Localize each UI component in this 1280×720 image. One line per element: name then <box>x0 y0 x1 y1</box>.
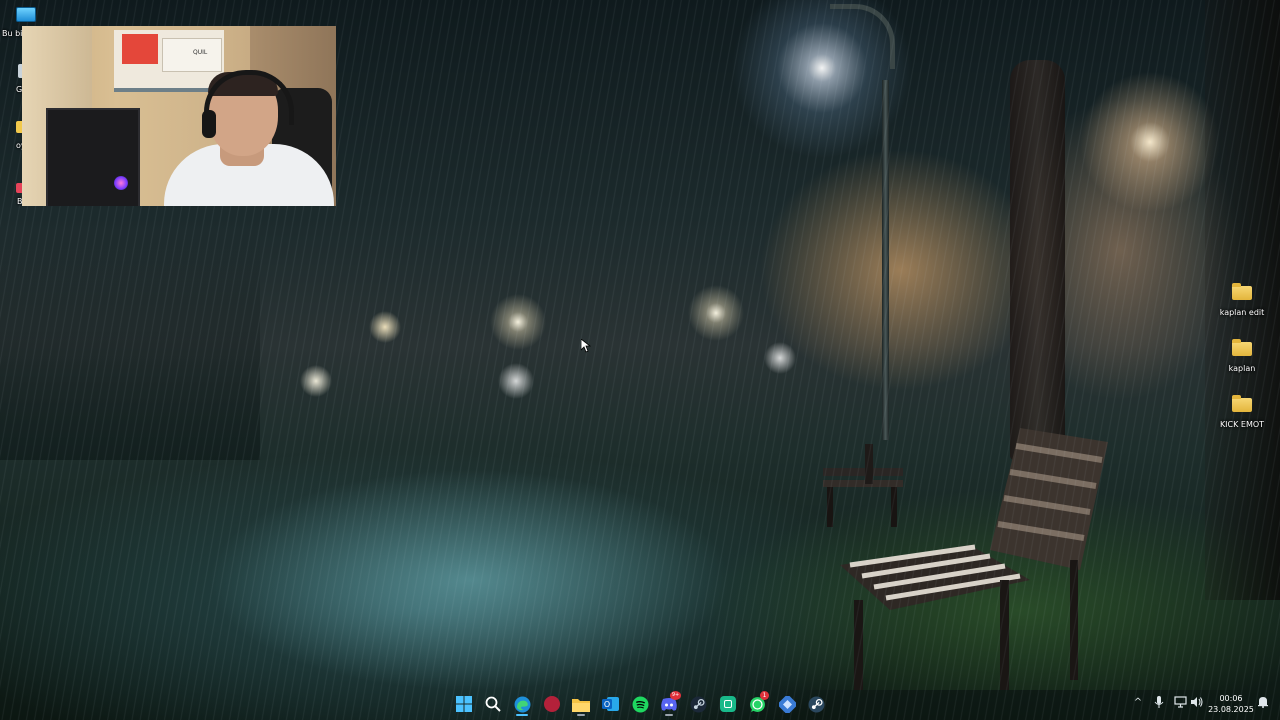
wallpaper-bench-near <box>840 428 1108 690</box>
notification-badge: 9+ <box>670 691 681 700</box>
desktop-icon-kaplan[interactable]: kaplan <box>1212 339 1272 392</box>
this-pc-icon <box>16 7 36 22</box>
running-app-indicator <box>665 714 673 716</box>
taskbar-spotify-button[interactable] <box>628 692 652 716</box>
tray-microphone-button[interactable] <box>1152 696 1166 710</box>
wallpaper-tree-trunk <box>1010 60 1065 460</box>
clock-date: 23.08.2025 <box>1208 705 1254 714</box>
taskbar-tool-app-button[interactable] <box>775 692 799 716</box>
wallpaper-lamp-pole <box>882 80 889 440</box>
steam-icon <box>808 696 824 712</box>
desktop[interactable]: Bu bil G Dön oy B QUIL kaplan edit <box>0 0 1280 720</box>
speaker-icon <box>1190 697 1203 707</box>
desktop-icon-kaplan-edit[interactable]: kaplan edit <box>1212 283 1272 336</box>
tool-app-icon <box>778 695 796 713</box>
taskbar-steam-secondary-button[interactable] <box>804 692 828 716</box>
webcam-shelf-box <box>122 34 158 64</box>
tray-notifications-button[interactable] <box>1256 696 1270 710</box>
taskbar-start-button[interactable] <box>452 692 476 716</box>
folder-icon <box>1232 395 1252 412</box>
outlook-icon: O <box>601 697 619 711</box>
tray-overflow-button[interactable]: ^ <box>1131 696 1145 710</box>
microphone-icon <box>1154 696 1164 708</box>
taskbar: O 9+ 1 ^ 00:06 23.08.2025 <box>0 688 1280 720</box>
edge-browser-icon <box>514 696 530 712</box>
taskbar-steam-button[interactable] <box>686 692 710 716</box>
taskbar-outlook-button[interactable]: O <box>598 692 622 716</box>
folder-icon <box>1232 283 1252 300</box>
running-app-indicator <box>577 714 585 716</box>
webcam-headset-cup <box>202 110 216 138</box>
notification-badge: 1 <box>760 691 769 700</box>
webcam-rgb-light <box>114 176 128 190</box>
desktop-icon-kick-emot[interactable]: KICK EMOT <box>1212 395 1272 448</box>
search-icon <box>485 696 501 712</box>
taskbar-red-app-button[interactable] <box>540 692 564 716</box>
webcam-shelf-label: QUIL <box>193 49 208 56</box>
wallpaper-trees-left <box>0 230 260 460</box>
green-app-icon <box>720 696 736 712</box>
tray-volume-button[interactable] <box>1189 696 1203 710</box>
desktop-icon-label: kaplan <box>1228 364 1256 373</box>
clock-time: 00:06 <box>1219 694 1243 703</box>
taskbar-search-button[interactable] <box>481 692 505 716</box>
chevron-up-icon: ^ <box>1133 697 1143 708</box>
webcam-overlay: QUIL <box>22 26 336 206</box>
active-app-indicator <box>516 714 528 716</box>
taskbar-edge-button[interactable] <box>510 692 534 716</box>
green-app-glyph <box>724 700 732 708</box>
taskbar-clock[interactable]: 00:06 23.08.2025 <box>1208 693 1254 715</box>
svg-text:O: O <box>603 700 609 709</box>
taskbar-green-app-button[interactable] <box>716 692 740 716</box>
desktop-icon-label: kaplan edit <box>1219 308 1265 317</box>
windows-start-icon <box>456 696 472 712</box>
taskbar-whatsapp-button[interactable]: 1 <box>745 691 769 716</box>
folder-icon <box>572 698 590 712</box>
desktop-icon-label: KICK EMOT <box>1219 420 1265 429</box>
notification-bell-icon <box>1258 697 1268 708</box>
folder-icon <box>1232 339 1252 356</box>
steam-icon <box>690 696 706 712</box>
taskbar-file-explorer-button[interactable] <box>569 692 593 716</box>
mouse-cursor-icon <box>581 339 591 353</box>
webcam-pc-case <box>46 108 140 206</box>
network-icon <box>1173 696 1187 708</box>
webcam-shelf-box: QUIL <box>162 38 222 72</box>
taskbar-discord-button[interactable]: 9+ <box>657 691 681 716</box>
spotify-icon <box>632 696 648 712</box>
red-app-icon <box>544 696 560 712</box>
wallpaper-lamp-arm <box>830 4 895 69</box>
tray-network-button[interactable] <box>1173 696 1187 710</box>
